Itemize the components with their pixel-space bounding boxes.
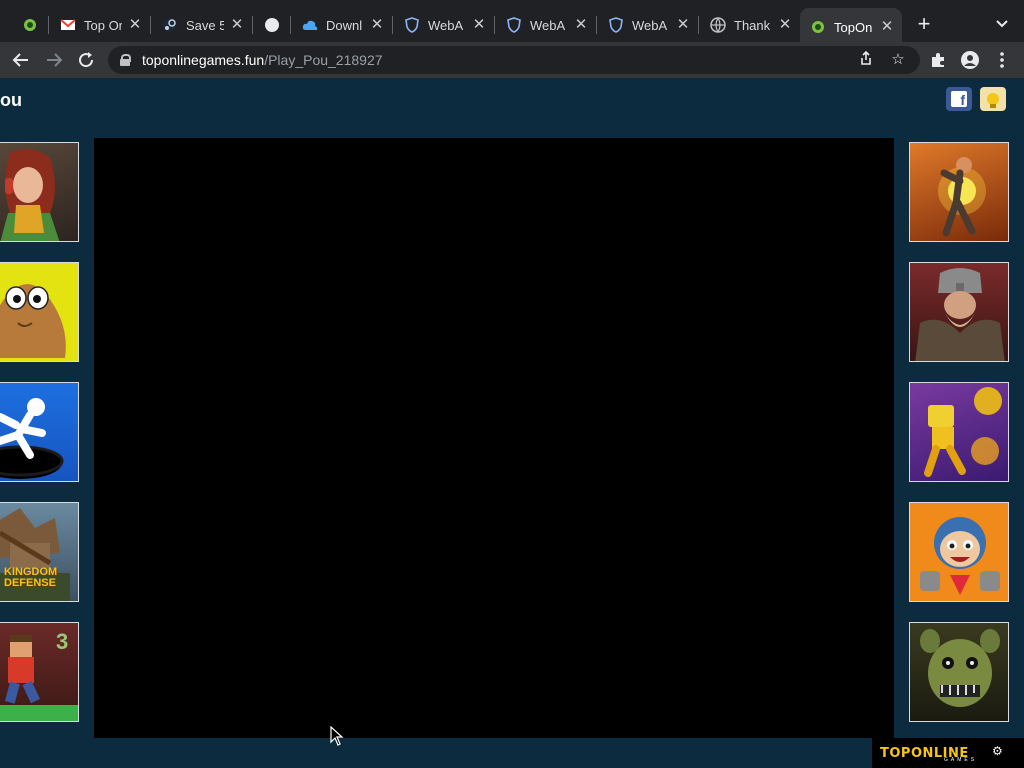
cloud-icon	[302, 17, 318, 33]
tab-7[interactable]: WebA ✕	[496, 8, 596, 42]
web-page: ou f KINGDOM DEFENSE 3 TOPONLINE GAMES ⚙	[0, 78, 1024, 768]
share-icon[interactable]	[856, 50, 876, 70]
back-button[interactable]	[9, 48, 33, 72]
gear-icon[interactable]: ⚙	[992, 744, 1003, 758]
thumb-blocky-runner[interactable]: 3	[0, 622, 79, 722]
thumb-viking[interactable]	[909, 262, 1009, 362]
close-icon[interactable]: ✕	[126, 16, 144, 34]
tab-title: WebA	[428, 17, 464, 33]
robot-run-icon	[924, 387, 1002, 477]
lightbulb-icon	[987, 93, 999, 108]
animatronic-icon	[920, 629, 1000, 707]
tab-title: WebA	[632, 17, 668, 33]
tab-search-icon[interactable]	[992, 14, 1012, 34]
site-logo[interactable]: TOPONLINE GAMES ⚙	[872, 738, 1024, 768]
browser-toolbar: toponlinegames.fun/Play_Pou_218927 ☆	[0, 42, 1024, 78]
tab-3[interactable]: Save 5 ✕	[152, 8, 252, 42]
logo-subtext: GAMES	[944, 757, 978, 763]
game-canvas[interactable]	[94, 138, 894, 738]
close-icon[interactable]: ✕	[470, 16, 488, 34]
tab-8[interactable]: WebA ✕	[598, 8, 698, 42]
browser-menu-icon[interactable]	[990, 48, 1014, 72]
url-path: /Play_Pou_218927	[264, 52, 383, 68]
girl-headphones-icon	[0, 149, 60, 241]
green-circle-icon	[22, 17, 38, 33]
facebook-share-button[interactable]: f	[946, 87, 972, 111]
close-icon[interactable]: ✕	[572, 16, 590, 34]
tab-title: Downl	[326, 17, 363, 33]
close-icon[interactable]: ✕	[776, 16, 794, 34]
extensions-puzzle-icon[interactable]	[926, 48, 950, 72]
thumb-pou[interactable]	[0, 262, 79, 362]
thumb-kingdom-defense[interactable]: KINGDOM DEFENSE	[0, 502, 79, 602]
tab-title: Top Or	[84, 17, 122, 33]
tab-4[interactable]	[254, 8, 288, 42]
bookmark-star-icon[interactable]: ☆	[888, 50, 908, 70]
tab-5[interactable]: Downl ✕	[292, 8, 392, 42]
shield-icon	[404, 17, 420, 33]
profile-avatar-icon[interactable]	[958, 48, 982, 72]
thumb-robot-run[interactable]	[909, 382, 1009, 482]
facebook-icon: f	[951, 91, 967, 108]
page-title: ou	[0, 90, 22, 110]
mouse-cursor-icon	[330, 726, 344, 746]
pou-icon	[0, 284, 66, 358]
tab-9[interactable]: Thank ✕	[700, 8, 800, 42]
tab-6[interactable]: WebA ✕	[394, 8, 494, 42]
thumb-animatronic[interactable]	[909, 622, 1009, 722]
tab-1[interactable]	[12, 8, 46, 42]
new-tab-button[interactable]: +	[913, 12, 935, 38]
lock-icon[interactable]	[120, 54, 131, 66]
green-circle-icon	[810, 19, 826, 35]
sequel-number: 3	[56, 629, 69, 654]
shield-icon	[608, 17, 624, 33]
helmet-kid-icon	[920, 517, 1000, 595]
close-icon[interactable]: ✕	[878, 18, 896, 36]
tab-title: WebA	[530, 17, 566, 33]
thumb-fire-hero[interactable]	[909, 142, 1009, 242]
forward-button[interactable]	[42, 48, 66, 72]
close-icon[interactable]: ✕	[368, 16, 386, 34]
gmail-icon	[60, 17, 76, 33]
globe-icon	[710, 17, 726, 33]
viking-icon	[915, 268, 1005, 361]
fire-hero-icon	[938, 157, 986, 237]
thumb-helmet-kid[interactable]	[909, 502, 1009, 602]
lightbulb-button[interactable]	[980, 87, 1006, 111]
close-icon[interactable]: ✕	[674, 16, 692, 34]
white-circle-icon	[264, 17, 280, 33]
close-icon[interactable]: ✕	[228, 16, 246, 34]
kingdom-defense-label: KINGDOM DEFENSE	[4, 566, 58, 589]
tab-active[interactable]: TopOn ✕	[800, 8, 902, 46]
tab-title: TopOn	[834, 19, 872, 35]
thumb-stickman-hole[interactable]	[0, 382, 79, 482]
steam-icon	[162, 17, 178, 33]
stickman-fall-icon	[0, 398, 64, 479]
reload-button[interactable]	[74, 48, 98, 72]
url-host: toponlinegames.fun	[142, 52, 265, 68]
thumb-girl-headphones[interactable]	[0, 142, 79, 242]
tab-strip: Top Or ✕ Save 5 ✕ Downl ✕ WebA ✕ WebA ✕ …	[0, 0, 1024, 46]
tab-title: Thank	[734, 17, 771, 33]
shield-icon	[506, 17, 522, 33]
address-bar[interactable]: toponlinegames.fun/Play_Pou_218927 ☆	[108, 46, 920, 74]
tab-title: Save 5	[186, 17, 224, 33]
tab-2[interactable]: Top Or ✕	[50, 8, 150, 42]
